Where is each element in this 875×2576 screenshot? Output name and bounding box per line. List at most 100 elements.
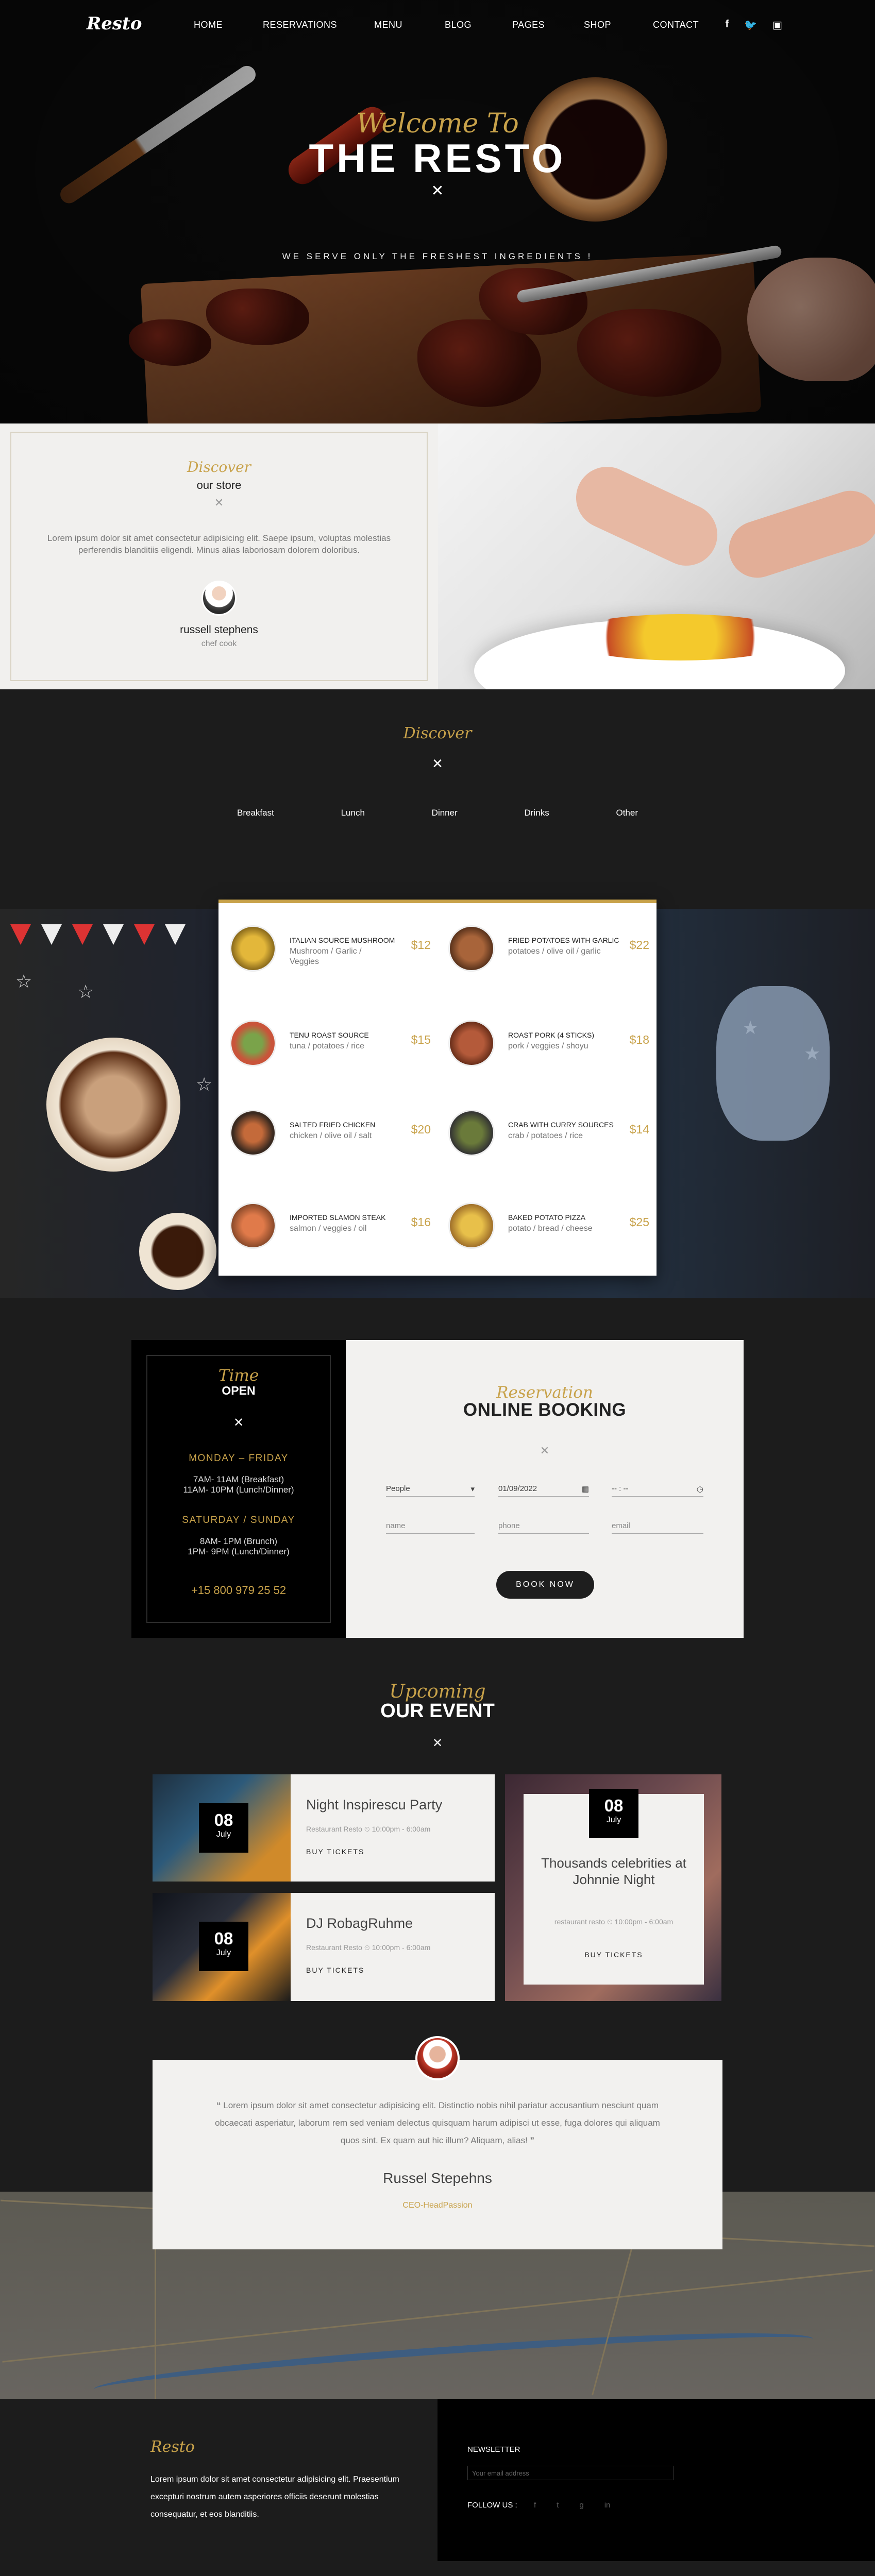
booking-script: Reservation (496, 1383, 593, 1402)
weekday-hours: 7AM- 11AM (Breakfast) 11AM- 10PM (Lunch/… (183, 1475, 294, 1495)
events-section: Upcoming OUR EVENT ✕ 08 July Night Inspir… (0, 1658, 875, 2037)
nav-blog[interactable]: BLOG (445, 20, 472, 30)
testimonial-card: “ Lorem ipsum dolor sit amet consectetur… (153, 2036, 722, 2249)
featured-event-card[interactable]: 08 July Thousands celebrities at Johnnie … (505, 1774, 721, 2001)
cutlery-icon: ✕ (214, 496, 224, 509)
menu-item[interactable]: IMPORTED SLAMON STEAK salmon / veggies /… (230, 1200, 431, 1251)
menu-script: Discover (403, 724, 472, 742)
testimonial-name: Russel Stepehns (383, 2170, 492, 2186)
event-date: 08 July (199, 1803, 248, 1853)
instagram-icon[interactable]: ▣ (772, 19, 782, 31)
date-input[interactable]: 01/09/2022 ▦ (498, 1481, 589, 1497)
booking-title: ONLINE BOOKING (463, 1400, 627, 1420)
nav-home[interactable]: HOME (194, 20, 223, 30)
nav-shop[interactable]: SHOP (584, 20, 611, 30)
tab-drinks[interactable]: Drinks (525, 808, 549, 818)
cutlery-icon: ✕ (540, 1444, 550, 1457)
newsletter-email-input[interactable]: Your email address (467, 2466, 674, 2480)
event-card[interactable]: 08 July Night Inspirescu Party Restaurant… (153, 1774, 495, 1882)
menu-tabs: Breakfast Lunch Dinner Drinks Other (237, 808, 638, 818)
hero-title: THE RESTO (309, 135, 566, 181)
menu-item[interactable]: ROAST PORK (4 STICKS) pork / veggies / s… (448, 1018, 649, 1069)
google-icon[interactable]: g (579, 2501, 583, 2510)
store-section: Discover our store ✕ Lorem ipsum dolor s… (0, 423, 875, 689)
menu-item[interactable]: SALTED FRIED CHICKEN chicken / olive oil… (230, 1107, 431, 1159)
chevron-down-icon: ▾ (470, 1485, 475, 1494)
menu-item[interactable]: FRIED POTATOES WITH GARLIC potatoes / ol… (448, 923, 649, 974)
facebook-icon[interactable]: f (534, 2501, 536, 2510)
phone-field[interactable]: phone (498, 1518, 589, 1534)
menu-item[interactable]: BAKED POTATO PIZZA potato / bread / chee… (448, 1200, 649, 1251)
event-date: 08 July (199, 1922, 248, 1971)
cutlery-icon: ✕ (431, 182, 444, 199)
event-card[interactable]: 08 July DJ RobagRuhme Restaurant Resto ⏲ … (153, 1893, 495, 2001)
follow-us-label: FOLLOW US : (467, 2501, 517, 2510)
book-now-button[interactable]: BOOK NOW (496, 1571, 594, 1599)
dish-thumb (448, 1202, 495, 1249)
footer-logo[interactable]: Resto (150, 2438, 195, 2456)
event-meta: restaurant resto ⏲ 10:00pm - 6:00am (554, 1918, 674, 1926)
nav-contact[interactable]: CONTACT (653, 20, 699, 30)
testimonial-title: CEO-HeadPassion (402, 2201, 473, 2210)
hours-title: OPEN (222, 1384, 256, 1397)
weekend-label: SATURDAY / SUNDAY (182, 1515, 295, 1526)
chef-name: russell stephens (180, 624, 258, 636)
weekday-label: MONDAY – FRIDAY (189, 1453, 289, 1464)
buy-tickets-link[interactable]: BUY TICKETS (306, 1848, 364, 1856)
event-date: 08 July (589, 1789, 638, 1838)
tab-breakfast[interactable]: Breakfast (237, 808, 274, 818)
tab-lunch[interactable]: Lunch (341, 808, 365, 818)
footer: Resto Lorem ipsum dolor sit amet consect… (0, 2399, 875, 2561)
testimonial-quote: “ Lorem ipsum dolor sit amet consectetur… (215, 2100, 660, 2145)
tab-other[interactable]: Other (616, 808, 638, 818)
linkedin-icon[interactable]: in (604, 2501, 611, 2510)
dish-thumb (230, 1202, 276, 1249)
twitter-icon[interactable]: t (557, 2501, 559, 2510)
store-title: our store (196, 479, 242, 492)
hero-section: Resto HOME RESERVATIONS MENU BLOG PAGES … (0, 0, 875, 423)
events-script: Upcoming (389, 1681, 486, 1702)
nav-menu-link[interactable]: MENU (374, 20, 402, 30)
menu-item[interactable]: TENU ROAST SOURCE tuna / potatoes / rice… (230, 1018, 431, 1069)
menu-item[interactable]: ITALIAN SOURCE MUSHROOM Mushroom / Garli… (230, 923, 431, 974)
people-select[interactable]: People ▾ (386, 1481, 475, 1497)
name-field[interactable]: name (386, 1518, 475, 1534)
nav-reservations[interactable]: RESERVATIONS (263, 20, 337, 30)
hero-script: Welcome To (356, 108, 519, 139)
time-input[interactable]: -- : -- ◷ (612, 1481, 703, 1497)
cutlery-icon: ✕ (432, 1736, 443, 1750)
events-title: OUR EVENT (380, 1700, 495, 1722)
store-card: Discover our store ✕ Lorem ipsum dolor s… (0, 423, 438, 689)
event-meta: Restaurant Resto ⏲ 10:00pm - 6:00am (306, 1825, 431, 1833)
twitter-icon[interactable]: 🐦 (744, 19, 757, 31)
email-field[interactable]: email (612, 1518, 703, 1534)
chef-plating-image (438, 423, 875, 689)
phone-number[interactable]: +15 800 979 25 52 (147, 1584, 330, 1597)
store-text: Lorem ipsum dolor sit amet consectetur a… (47, 533, 391, 555)
dish-thumb (448, 1020, 495, 1066)
dish-thumb (230, 1020, 276, 1066)
calendar-icon: ▦ (581, 1485, 589, 1494)
event-title: Thousands celebrities at Johnnie Night (541, 1855, 686, 1887)
event-title: Night Inspirescu Party (306, 1797, 443, 1812)
cutlery-icon: ✕ (432, 756, 443, 771)
newsletter-title: NEWSLETTER (467, 2445, 520, 2454)
hero-tagline: WE SERVE ONLY THE FRESHEST INGREDIENTS ! (282, 251, 593, 261)
booking-section: Time OPEN ✕ MONDAY – FRIDAY 7AM- 11AM (B… (0, 1298, 875, 1658)
nav-social: f 🐦 ▣ (726, 19, 782, 31)
chef-avatar (201, 581, 237, 616)
menu-item[interactable]: CRAB WITH CURRY SOURCES crab / potatoes … (448, 1107, 649, 1159)
hero-heading: Welcome To THE RESTO ✕ WE SERVE ONLY THE… (0, 108, 875, 262)
hours-script: Time (218, 1366, 259, 1385)
facebook-icon[interactable]: f (726, 19, 729, 31)
footer-social: f t g in (534, 2501, 610, 2510)
dish-thumb (448, 925, 495, 972)
testimonial-section: “ Lorem ipsum dolor sit amet consectetur… (0, 2036, 875, 2399)
cutlery-icon: ✕ (233, 1416, 244, 1430)
buy-tickets-link[interactable]: BUY TICKETS (306, 1966, 364, 1974)
event-meta: Restaurant Resto ⏲ 10:00pm - 6:00am (306, 1943, 431, 1952)
nav-pages[interactable]: PAGES (512, 20, 545, 30)
site-logo[interactable]: Resto (87, 13, 142, 34)
tab-dinner[interactable]: Dinner (432, 808, 458, 818)
buy-tickets-link[interactable]: BUY TICKETS (524, 1951, 704, 1959)
